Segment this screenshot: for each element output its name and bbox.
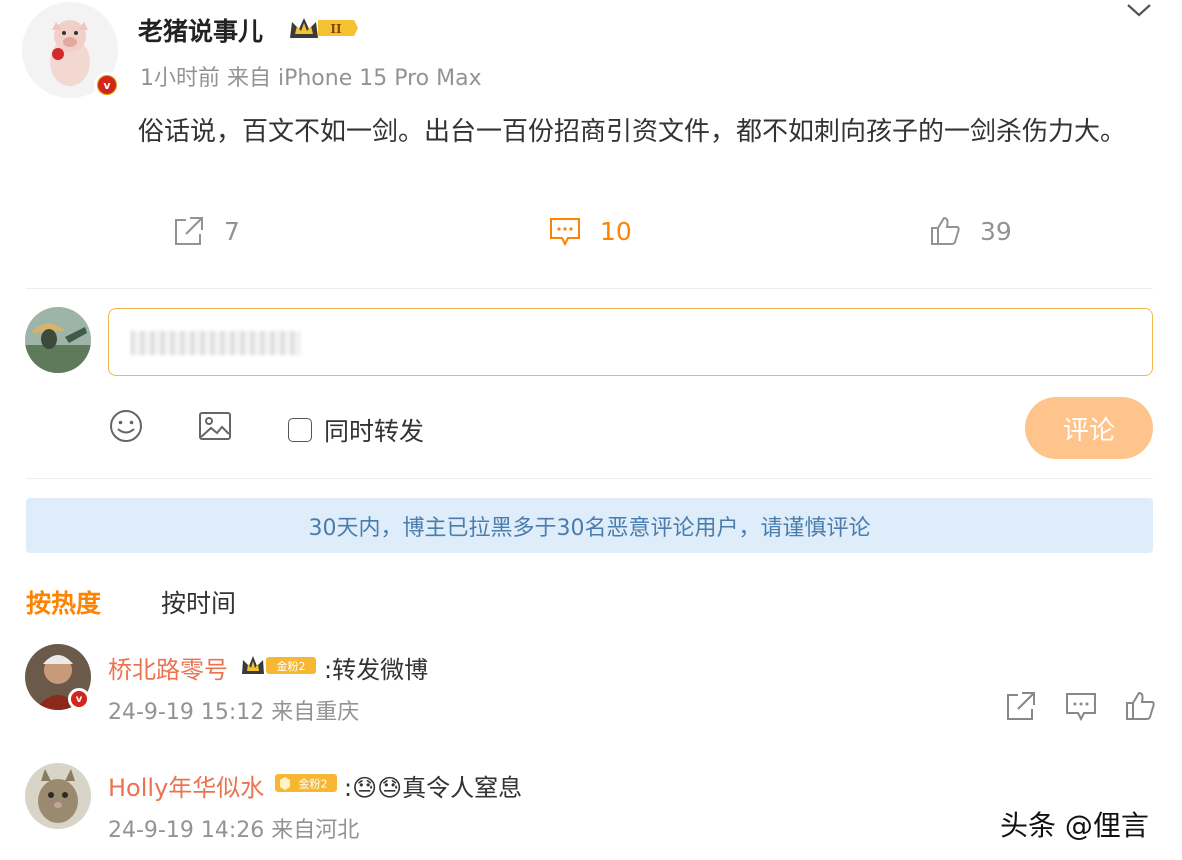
- post-meta: 1小时前 来自 iPhone 15 Pro Max: [140, 66, 482, 91]
- commenter-name[interactable]: 桥北路零号: [108, 650, 228, 685]
- like-icon: [931, 216, 960, 245]
- fan-badge-label: 金粉2: [299, 777, 328, 791]
- comment-button[interactable]: 10: [548, 214, 632, 248]
- repost-button[interactable]: 7: [172, 214, 240, 248]
- commenter-name[interactable]: Holly年华似水: [108, 768, 264, 803]
- fan-badge[interactable]: 金粉2: [274, 772, 338, 794]
- comment-text: :转发微博: [324, 656, 429, 684]
- divider: [26, 478, 1153, 479]
- comment-text: :😓😓真令人窒息: [344, 774, 523, 802]
- image-icon[interactable]: [197, 408, 233, 444]
- blocking-notice: 30天内，博主已拉黑多于30名恶意评论用户，请谨慎评论: [26, 498, 1153, 553]
- verified-icon: v: [94, 72, 120, 98]
- fan-badge[interactable]: 金粉2: [240, 654, 318, 676]
- post-body: 俗话说，百文不如一剑。出台一百份招商引资文件，都不如刺向孩子的一剑杀伤力大。: [138, 117, 1127, 147]
- repost-icon: [175, 217, 203, 245]
- level-badge-text: II: [330, 22, 342, 36]
- checkbox-box[interactable]: [288, 418, 312, 442]
- submit-comment-button[interactable]: 评论: [1025, 397, 1153, 459]
- crown-icon[interactable]: II: [288, 14, 360, 42]
- like-button[interactable]: 39: [928, 214, 1012, 248]
- commenter-avatar[interactable]: [25, 763, 91, 829]
- chevron-down-icon[interactable]: [1124, 0, 1154, 20]
- verified-icon: v: [68, 688, 90, 710]
- comment-count: 10: [600, 216, 632, 246]
- repost-count: 7: [224, 216, 240, 246]
- like-count: 39: [980, 216, 1012, 246]
- comment-meta: 24-9-19 14:26 来自河北: [108, 818, 360, 843]
- like-icon[interactable]: [1124, 690, 1156, 722]
- repost-icon[interactable]: [1005, 690, 1037, 722]
- comment-meta: 24-9-19 15:12 来自重庆: [108, 700, 360, 725]
- fan-badge-label: 金粉2: [277, 659, 306, 673]
- repost-checkbox[interactable]: 同时转发: [288, 412, 424, 448]
- watermark: 头条 @俚言: [1000, 809, 1149, 842]
- sort-tab-time[interactable]: 按时间: [161, 584, 236, 620]
- divider: [26, 288, 1153, 289]
- repost-checkbox-label: 同时转发: [324, 417, 425, 446]
- comment-icon[interactable]: [1065, 690, 1097, 722]
- comment-icon: [550, 218, 580, 247]
- comment-input[interactable]: [108, 308, 1153, 376]
- my-avatar[interactable]: [25, 307, 91, 373]
- author-name[interactable]: 老猪说事儿: [138, 12, 263, 48]
- blurred-draft-text: [131, 331, 301, 355]
- sort-tab-hot[interactable]: 按热度: [26, 584, 101, 620]
- emoji-icon[interactable]: [108, 408, 144, 444]
